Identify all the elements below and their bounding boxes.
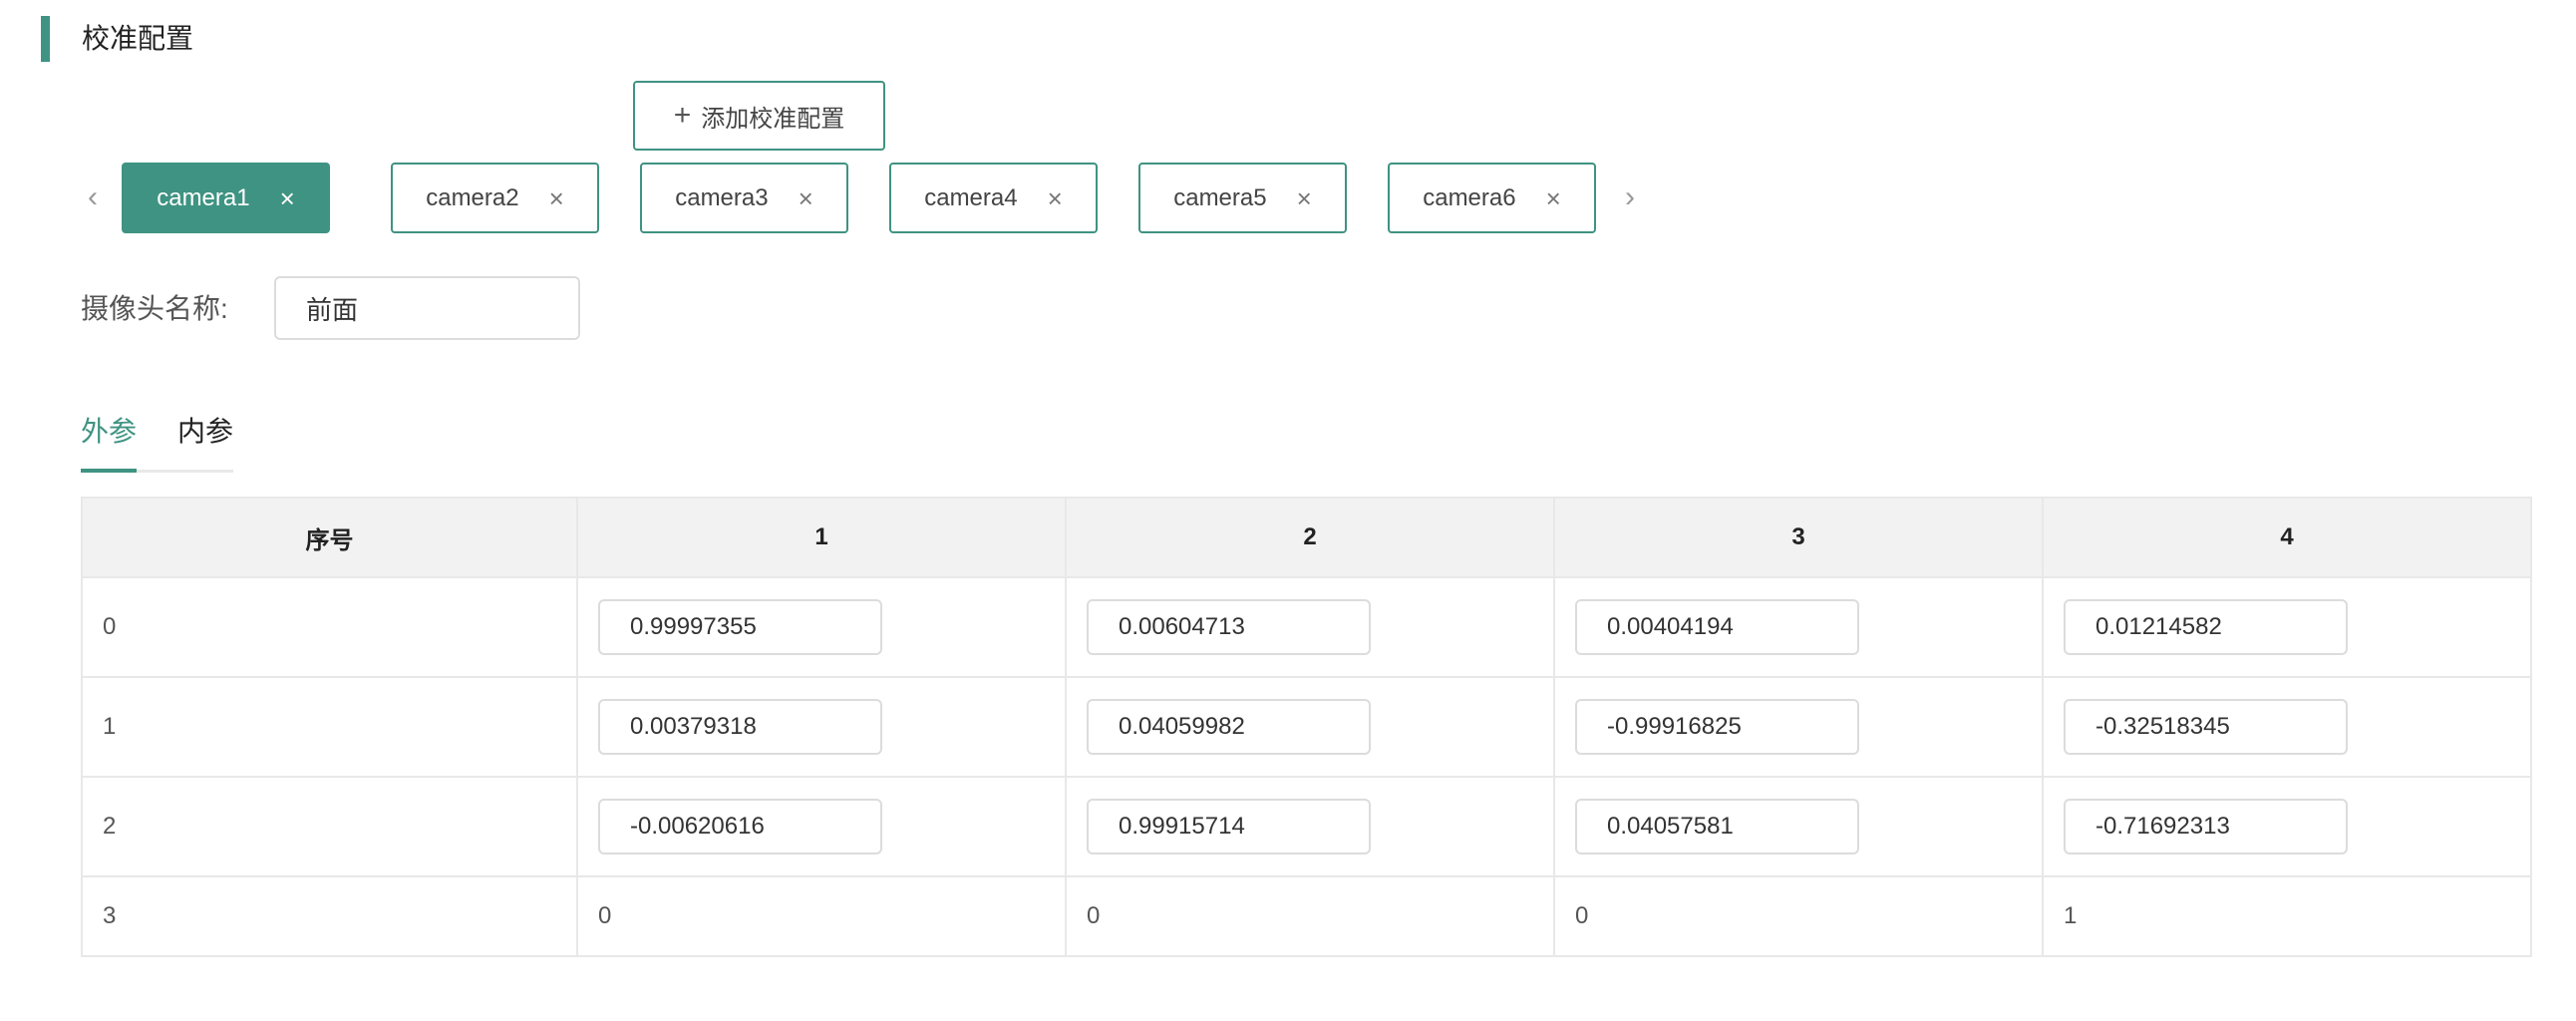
camera-tab-6[interactable]: camera6 × — [1388, 163, 1596, 233]
param-tabs: 外参 内参 — [81, 404, 233, 473]
matrix-cell — [1553, 576, 2044, 678]
row-index: 1 — [81, 676, 578, 778]
camera-tab-4[interactable]: camera4 × — [889, 163, 1098, 233]
camera-name-input[interactable] — [274, 276, 580, 340]
calibration-config-page: 校准配置 + 添加校准配置 ‹ camera1 × camera2 × came… — [0, 0, 2576, 1021]
matrix-cell — [1065, 776, 1555, 877]
column-header-2: 2 — [1065, 497, 1555, 578]
camera-tab-label: camera6 — [1423, 183, 1516, 211]
matrix-value-input[interactable] — [1087, 599, 1371, 655]
close-icon[interactable]: × — [1546, 185, 1561, 211]
table-row: 3 0 0 0 1 — [81, 875, 2532, 957]
camera-tab-label: camera1 — [157, 183, 250, 211]
matrix-value-input[interactable] — [2064, 799, 2348, 854]
matrix-value-input[interactable] — [2064, 699, 2348, 755]
table-row: 2 — [81, 776, 2532, 877]
table-row: 0 — [81, 576, 2532, 678]
matrix-static-value: 0 — [576, 875, 1067, 957]
column-header-1: 1 — [576, 497, 1067, 578]
camera-name-label: 摄像头名称: — [81, 293, 228, 324]
tab-extrinsic[interactable]: 外参 — [81, 410, 137, 450]
column-header-3: 3 — [1553, 497, 2044, 578]
matrix-cell — [1065, 576, 1555, 678]
matrix-value-input[interactable] — [598, 699, 882, 755]
matrix-cell — [1553, 776, 2044, 877]
extrinsic-matrix-table: 序号 1 2 3 4 0 1 2 — [81, 497, 2532, 957]
matrix-value-input[interactable] — [1575, 799, 1859, 854]
matrix-value-input[interactable] — [1087, 799, 1371, 854]
camera-tab-label: camera2 — [426, 183, 519, 211]
camera-tab-3[interactable]: camera3 × — [640, 163, 848, 233]
camera-tab-label: camera3 — [675, 183, 769, 211]
matrix-cell — [2042, 576, 2532, 678]
camera-tab-2[interactable]: camera2 × — [391, 163, 599, 233]
matrix-value-input[interactable] — [1575, 699, 1859, 755]
matrix-static-value: 0 — [1553, 875, 2044, 957]
matrix-cell — [576, 776, 1067, 877]
close-icon[interactable]: × — [549, 185, 564, 211]
matrix-static-value: 0 — [1065, 875, 1555, 957]
close-icon[interactable]: × — [1297, 185, 1312, 211]
matrix-cell — [2042, 776, 2532, 877]
matrix-value-input[interactable] — [1087, 699, 1371, 755]
add-calibration-config-button[interactable]: + 添加校准配置 — [633, 81, 885, 151]
section-accent-bar — [41, 16, 50, 62]
matrix-cell — [2042, 676, 2532, 778]
chevron-left-icon[interactable]: ‹ — [78, 177, 108, 217]
camera-tab-1[interactable]: camera1 × — [122, 163, 330, 233]
add-calibration-config-label: 添加校准配置 — [701, 105, 845, 133]
tab-intrinsic[interactable]: 内参 — [177, 410, 233, 450]
camera-tab-label: camera5 — [1173, 183, 1267, 211]
matrix-cell — [576, 576, 1067, 678]
table-header-row: 序号 1 2 3 4 — [81, 497, 2532, 578]
section-header: 校准配置 — [41, 16, 193, 62]
column-header-index: 序号 — [81, 497, 578, 578]
matrix-value-input[interactable] — [2064, 599, 2348, 655]
table-row: 1 — [81, 676, 2532, 778]
camera-tab-label: camera4 — [924, 183, 1018, 211]
matrix-value-input[interactable] — [1575, 599, 1859, 655]
matrix-cell — [1065, 676, 1555, 778]
row-index: 2 — [81, 776, 578, 877]
close-icon[interactable]: × — [280, 185, 295, 211]
chevron-right-icon[interactable]: › — [1615, 177, 1645, 217]
row-index: 3 — [81, 875, 578, 957]
matrix-cell — [1553, 676, 2044, 778]
matrix-cell — [576, 676, 1067, 778]
matrix-static-value: 1 — [2042, 875, 2532, 957]
close-icon[interactable]: × — [1048, 185, 1063, 211]
plus-icon: + — [673, 99, 692, 132]
column-header-4: 4 — [2042, 497, 2532, 578]
matrix-value-input[interactable] — [598, 799, 882, 854]
matrix-value-input[interactable] — [598, 599, 882, 655]
row-index: 0 — [81, 576, 578, 678]
section-title: 校准配置 — [82, 23, 194, 54]
camera-tab-5[interactable]: camera5 × — [1138, 163, 1347, 233]
close-icon[interactable]: × — [799, 185, 813, 211]
active-tab-indicator — [81, 469, 137, 473]
